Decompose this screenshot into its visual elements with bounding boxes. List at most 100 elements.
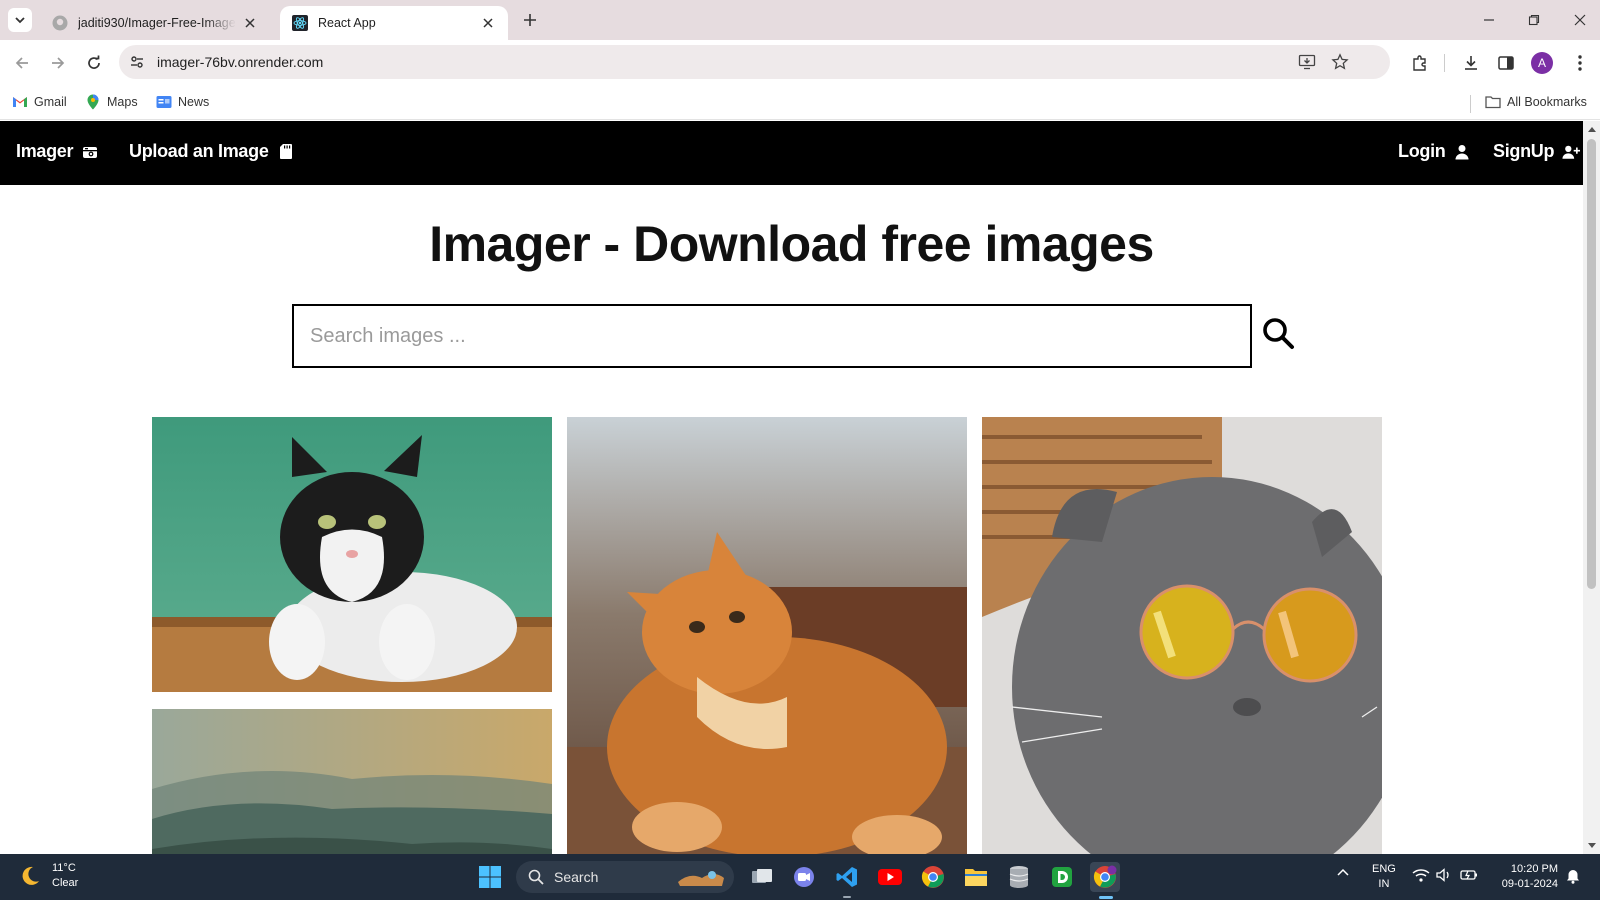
gallery-image[interactable] bbox=[152, 709, 552, 854]
taskbar-clock[interactable]: 10:20 PM 09-01-2024 bbox=[1494, 862, 1558, 892]
tab-github[interactable]: jaditi930/Imager-Free-Images-App bbox=[40, 6, 270, 40]
dbeaver-button[interactable] bbox=[1047, 862, 1077, 892]
forward-button[interactable] bbox=[46, 51, 70, 75]
bookmark-gmail[interactable]: Gmail bbox=[12, 94, 67, 110]
teams-chat-button[interactable] bbox=[789, 862, 819, 892]
tab-search-button[interactable] bbox=[8, 8, 32, 32]
cat-photo bbox=[567, 417, 967, 854]
active-app-indicator bbox=[1099, 896, 1113, 899]
search-input[interactable] bbox=[294, 306, 1250, 366]
reload-icon bbox=[88, 55, 100, 69]
youtube-button[interactable] bbox=[875, 862, 905, 892]
downloads-button[interactable] bbox=[1459, 51, 1483, 75]
toolbar-divider bbox=[1444, 54, 1445, 72]
search-icon bbox=[1263, 318, 1294, 349]
minimize-button[interactable] bbox=[1477, 8, 1501, 32]
windows-icon bbox=[479, 866, 501, 888]
address-bar[interactable]: imager-76bv.onrender.com bbox=[119, 45, 1390, 79]
browser-toolbar: imager-76bv.onrender.com A bbox=[0, 40, 1600, 86]
browser-menu-button[interactable] bbox=[1568, 51, 1592, 75]
chevron-down-icon bbox=[15, 17, 25, 24]
site-info-button[interactable] bbox=[125, 50, 149, 74]
bookmark-star-button[interactable] bbox=[1329, 51, 1351, 73]
show-hidden-icons-button[interactable] bbox=[1336, 866, 1350, 885]
page-scrollbar[interactable] bbox=[1583, 121, 1600, 854]
github-icon bbox=[52, 15, 68, 31]
bookmark-label: Gmail bbox=[34, 95, 67, 109]
tab-strip: jaditi930/Imager-Free-Images-App React A… bbox=[0, 0, 1600, 40]
close-tab-icon[interactable] bbox=[480, 15, 496, 31]
youtube-icon bbox=[878, 869, 902, 885]
side-panel-button[interactable] bbox=[1494, 51, 1518, 75]
tab-title: React App bbox=[318, 16, 376, 30]
extensions-button[interactable] bbox=[1408, 51, 1432, 75]
all-bookmarks-label: All Bookmarks bbox=[1507, 95, 1587, 109]
clock-date: 09-01-2024 bbox=[1501, 878, 1558, 890]
taskbar-search[interactable]: Search bbox=[516, 861, 734, 893]
running-app-indicator bbox=[843, 896, 851, 898]
reload-button[interactable] bbox=[82, 51, 106, 75]
camera-retro-icon bbox=[81, 143, 99, 161]
task-view-button[interactable] bbox=[747, 862, 777, 892]
scrollbar-thumb[interactable] bbox=[1587, 139, 1596, 589]
url-text[interactable]: imager-76bv.onrender.com bbox=[157, 54, 323, 70]
chrome-icon bbox=[921, 866, 944, 888]
scroll-up-icon[interactable] bbox=[1587, 125, 1596, 133]
more-vert-icon bbox=[1578, 55, 1582, 71]
close-window-button[interactable] bbox=[1568, 8, 1592, 32]
battery-button[interactable] bbox=[1460, 868, 1478, 887]
language-indicator[interactable]: ENG IN bbox=[1372, 862, 1396, 892]
weather-widget[interactable]: 11°C Clear bbox=[18, 861, 78, 891]
start-button[interactable] bbox=[475, 862, 505, 892]
moon-icon bbox=[22, 866, 39, 885]
task-view-icon bbox=[752, 869, 772, 883]
clock-time: 10:20 PM bbox=[1510, 863, 1558, 875]
scroll-down-icon[interactable] bbox=[1587, 842, 1596, 850]
vscode-icon bbox=[836, 867, 857, 887]
windows-taskbar: 11°C Clear Search ENG IN 10:20 PM 09-01-… bbox=[0, 854, 1600, 900]
page-viewport: Imager Upload an Image Login SignUp Imag… bbox=[0, 121, 1583, 854]
signup-link[interactable]: SignUp bbox=[1493, 141, 1581, 162]
upload-label: Upload an Image bbox=[129, 141, 269, 161]
close-tab-icon[interactable] bbox=[242, 15, 258, 31]
volume-button[interactable] bbox=[1436, 868, 1452, 887]
gallery-image[interactable] bbox=[982, 417, 1382, 854]
brand-link[interactable]: Imager bbox=[16, 141, 99, 162]
back-button[interactable] bbox=[10, 51, 34, 75]
search-button[interactable] bbox=[1258, 313, 1298, 353]
new-tab-button[interactable] bbox=[520, 10, 540, 30]
upload-image-link[interactable]: Upload an Image bbox=[129, 141, 295, 162]
region-code: IN bbox=[1378, 878, 1390, 890]
sd-card-icon bbox=[277, 143, 295, 161]
vscode-button[interactable] bbox=[832, 862, 862, 892]
chat-icon bbox=[794, 867, 814, 887]
bookmark-maps[interactable]: Maps bbox=[85, 94, 138, 110]
volume-icon bbox=[1436, 868, 1449, 882]
chrome-profile-button[interactable] bbox=[1090, 862, 1120, 892]
brand-label: Imager bbox=[16, 141, 74, 161]
bookmark-news[interactable]: News bbox=[156, 94, 209, 110]
search-box bbox=[292, 304, 1252, 368]
database-icon bbox=[1009, 866, 1029, 888]
wifi-icon bbox=[1412, 869, 1430, 882]
install-app-button[interactable] bbox=[1296, 51, 1318, 73]
database-app-button[interactable] bbox=[1004, 862, 1034, 892]
all-bookmarks-button[interactable]: All Bookmarks bbox=[1485, 94, 1587, 110]
tab-react-app[interactable]: React App bbox=[280, 6, 508, 40]
restore-button[interactable] bbox=[1522, 8, 1546, 32]
tune-icon bbox=[131, 56, 143, 68]
tab-title: jaditi930/Imager-Free-Images-App bbox=[78, 16, 236, 30]
file-explorer-button[interactable] bbox=[961, 862, 991, 892]
chrome-button[interactable] bbox=[918, 862, 948, 892]
gallery-image[interactable] bbox=[152, 417, 552, 692]
gallery-image[interactable] bbox=[567, 417, 967, 854]
notifications-button[interactable] bbox=[1566, 869, 1580, 889]
news-icon bbox=[156, 94, 172, 110]
login-link[interactable]: Login bbox=[1398, 141, 1471, 162]
profile-avatar[interactable]: A bbox=[1531, 52, 1553, 74]
weather-desc: Clear bbox=[52, 877, 79, 889]
login-label: Login bbox=[1398, 141, 1446, 161]
puzzle-icon bbox=[1413, 55, 1426, 71]
wifi-button[interactable] bbox=[1412, 868, 1430, 887]
minimize-icon bbox=[1484, 19, 1494, 21]
